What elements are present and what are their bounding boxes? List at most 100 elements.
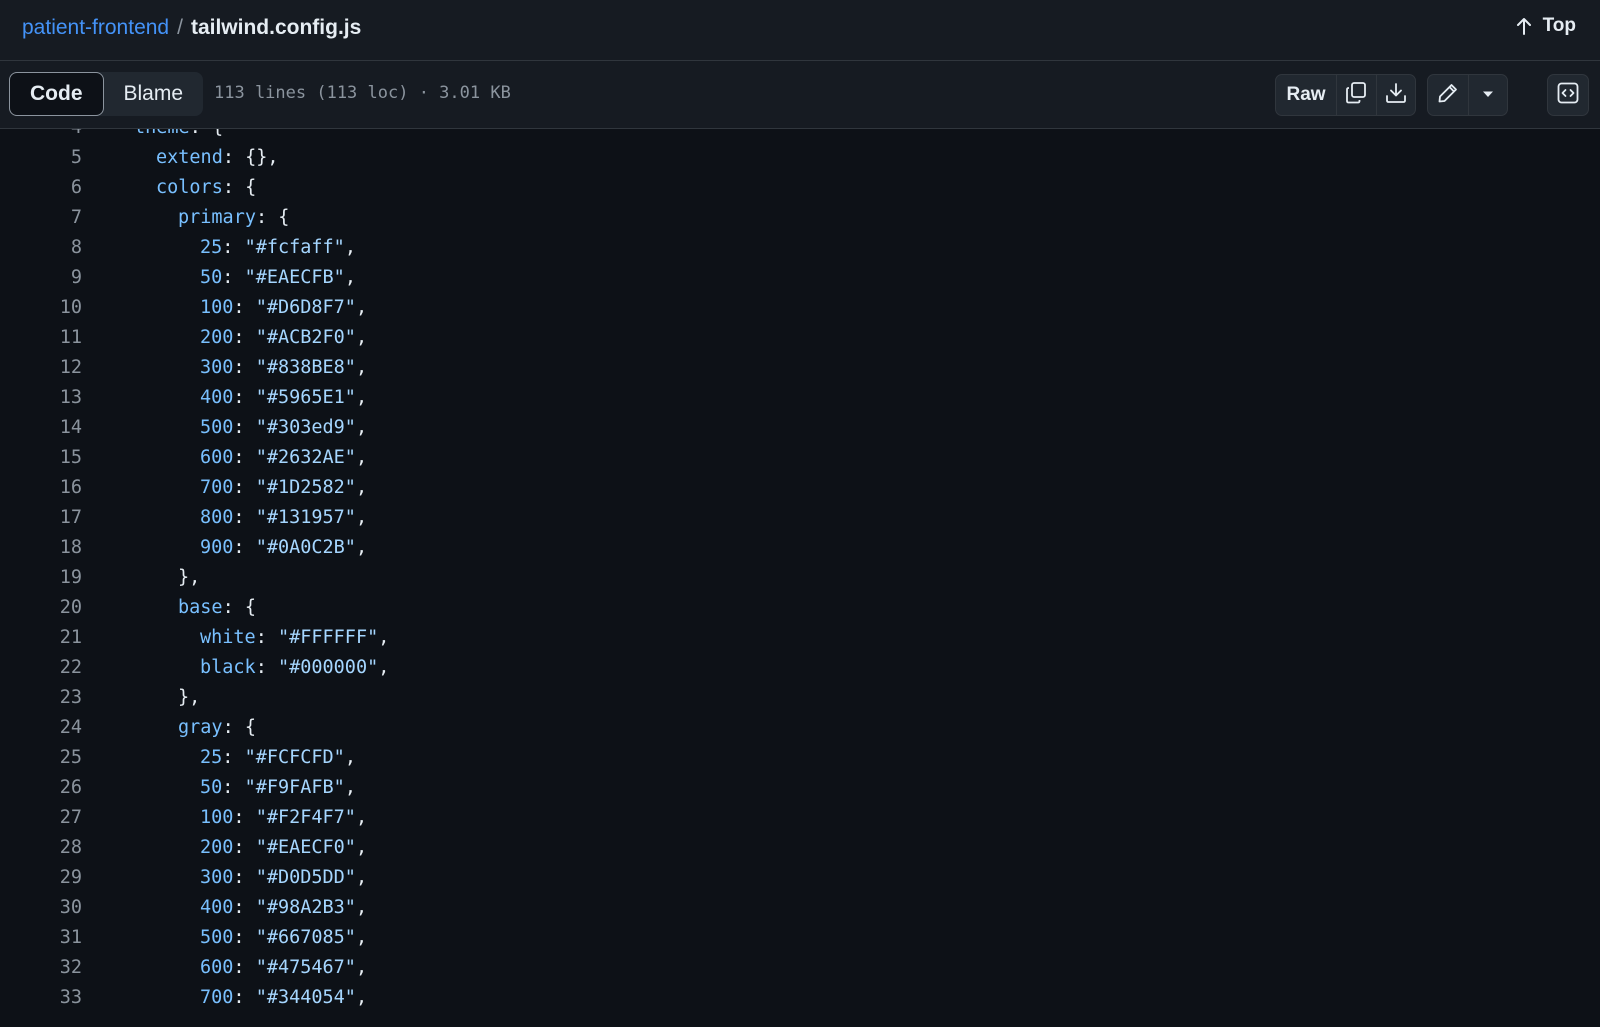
edit-file-button[interactable]: [1428, 75, 1468, 115]
line-number[interactable]: 17: [0, 503, 82, 533]
code-punctuation: ,: [355, 957, 368, 978]
line-code: 300: "#838BE8",: [82, 353, 367, 383]
code-key: black: [200, 657, 256, 678]
code-view[interactable]: 4theme: {5extend: {},6colors: {7primary:…: [0, 129, 1600, 1027]
line-number[interactable]: 7: [0, 203, 82, 233]
code-punctuation: :: [233, 897, 256, 918]
line-code: 200: "#EAECF0",: [82, 833, 367, 863]
line-number[interactable]: 25: [0, 743, 82, 773]
line-number[interactable]: 15: [0, 443, 82, 473]
line-number[interactable]: 14: [0, 413, 82, 443]
arrow-up-icon: [1515, 16, 1533, 36]
line-number[interactable]: 21: [0, 623, 82, 653]
download-raw-button[interactable]: [1375, 75, 1416, 115]
code-punctuation: :: [233, 507, 256, 528]
code-key: theme: [134, 129, 190, 138]
line-code: 700: "#1D2582",: [82, 473, 367, 503]
code-key: 900: [200, 537, 234, 558]
code-punctuation: },: [178, 687, 201, 708]
code-key: 400: [200, 897, 234, 918]
code-punctuation: ,: [355, 507, 368, 528]
code-key: 25: [200, 237, 223, 258]
line-number[interactable]: 30: [0, 893, 82, 923]
breadcrumb-file-name: tailwind.config.js: [190, 16, 362, 39]
top-link-label: Top: [1542, 15, 1576, 36]
line-code: black: "#000000",: [82, 653, 389, 683]
line-number[interactable]: 8: [0, 233, 82, 263]
tab-blame[interactable]: Blame: [104, 72, 204, 116]
line-number[interactable]: 19: [0, 563, 82, 593]
code-punctuation: ,: [344, 777, 356, 798]
line-code: 200: "#ACB2F0",: [82, 323, 367, 353]
breadcrumb-repo-link[interactable]: patient-frontend: [22, 16, 169, 39]
code-key: gray: [178, 717, 223, 738]
line-number[interactable]: 16: [0, 473, 82, 503]
line-number[interactable]: 20: [0, 593, 82, 623]
code-punctuation: :: [233, 837, 256, 858]
code-punctuation: },: [178, 567, 201, 588]
code-punctuation: :: [233, 477, 256, 498]
code-string: "#5965E1": [255, 387, 356, 408]
code-key: extend: [156, 147, 223, 168]
code-line: 32 600: "#475467",: [0, 953, 1600, 983]
copy-raw-button[interactable]: [1336, 75, 1376, 115]
code-line: 20 base: {: [0, 593, 1600, 623]
line-number[interactable]: 5: [0, 143, 82, 173]
code-punctuation: ,: [344, 747, 356, 768]
code-line: 6 colors: {: [0, 173, 1600, 203]
line-code: 100: "#F2F4F7",: [82, 803, 367, 833]
code-punctuation: :: [233, 417, 256, 438]
line-number[interactable]: 27: [0, 803, 82, 833]
line-number[interactable]: 23: [0, 683, 82, 713]
code-punctuation: {},: [245, 147, 279, 168]
line-code: 700: "#344054",: [82, 983, 367, 1013]
line-number[interactable]: 24: [0, 713, 82, 743]
code-punctuation: ,: [355, 987, 368, 1008]
line-code: 50: "#EAECFB",: [82, 263, 356, 293]
code-lines: 4theme: {5extend: {},6colors: {7primary:…: [0, 129, 1600, 1013]
code-line: 14 500: "#303ed9",: [0, 413, 1600, 443]
line-number[interactable]: 29: [0, 863, 82, 893]
raw-button[interactable]: Raw: [1276, 75, 1336, 115]
top-link[interactable]: Top: [1515, 15, 1576, 37]
line-number[interactable]: 4: [0, 129, 82, 143]
line-number[interactable]: 13: [0, 383, 82, 413]
code-punctuation: {: [212, 129, 223, 138]
code-string: "#D6D8F7": [255, 297, 356, 318]
code-line: 19},: [0, 563, 1600, 593]
symbols-panel-button[interactable]: [1547, 74, 1589, 116]
tab-code[interactable]: Code: [9, 72, 104, 116]
code-line: 9 50: "#EAECFB",: [0, 263, 1600, 293]
more-edit-options-button[interactable]: [1467, 75, 1508, 115]
code-key: 300: [200, 867, 234, 888]
code-string: "#EAECF0": [255, 837, 356, 858]
code-line: 23},: [0, 683, 1600, 713]
line-code: },: [82, 683, 200, 713]
code-key: 300: [200, 357, 234, 378]
line-number[interactable]: 32: [0, 953, 82, 983]
line-code: 400: "#98A2B3",: [82, 893, 367, 923]
code-punctuation: :: [222, 147, 246, 168]
code-key: 200: [200, 837, 234, 858]
breadcrumb: patient-frontend / tailwind.config.js: [22, 14, 361, 42]
line-number[interactable]: 33: [0, 983, 82, 1013]
line-number[interactable]: 10: [0, 293, 82, 323]
code-string: "#667085": [255, 927, 356, 948]
line-code: primary: {: [82, 203, 289, 233]
line-number[interactable]: 12: [0, 353, 82, 383]
file-info: 113 lines (113 loc) · 3.01 KB: [214, 83, 511, 103]
line-number[interactable]: 31: [0, 923, 82, 953]
line-number[interactable]: 22: [0, 653, 82, 683]
code-line: 22 black: "#000000",: [0, 653, 1600, 683]
line-number[interactable]: 6: [0, 173, 82, 203]
code-punctuation: ,: [355, 297, 368, 318]
code-key: primary: [178, 207, 256, 228]
line-number[interactable]: 9: [0, 263, 82, 293]
code-punctuation: :: [233, 957, 256, 978]
line-number[interactable]: 26: [0, 773, 82, 803]
line-number[interactable]: 28: [0, 833, 82, 863]
line-number[interactable]: 18: [0, 533, 82, 563]
code-line: 11 200: "#ACB2F0",: [0, 323, 1600, 353]
code-string: "#EAECFB": [244, 267, 345, 288]
line-number[interactable]: 11: [0, 323, 82, 353]
